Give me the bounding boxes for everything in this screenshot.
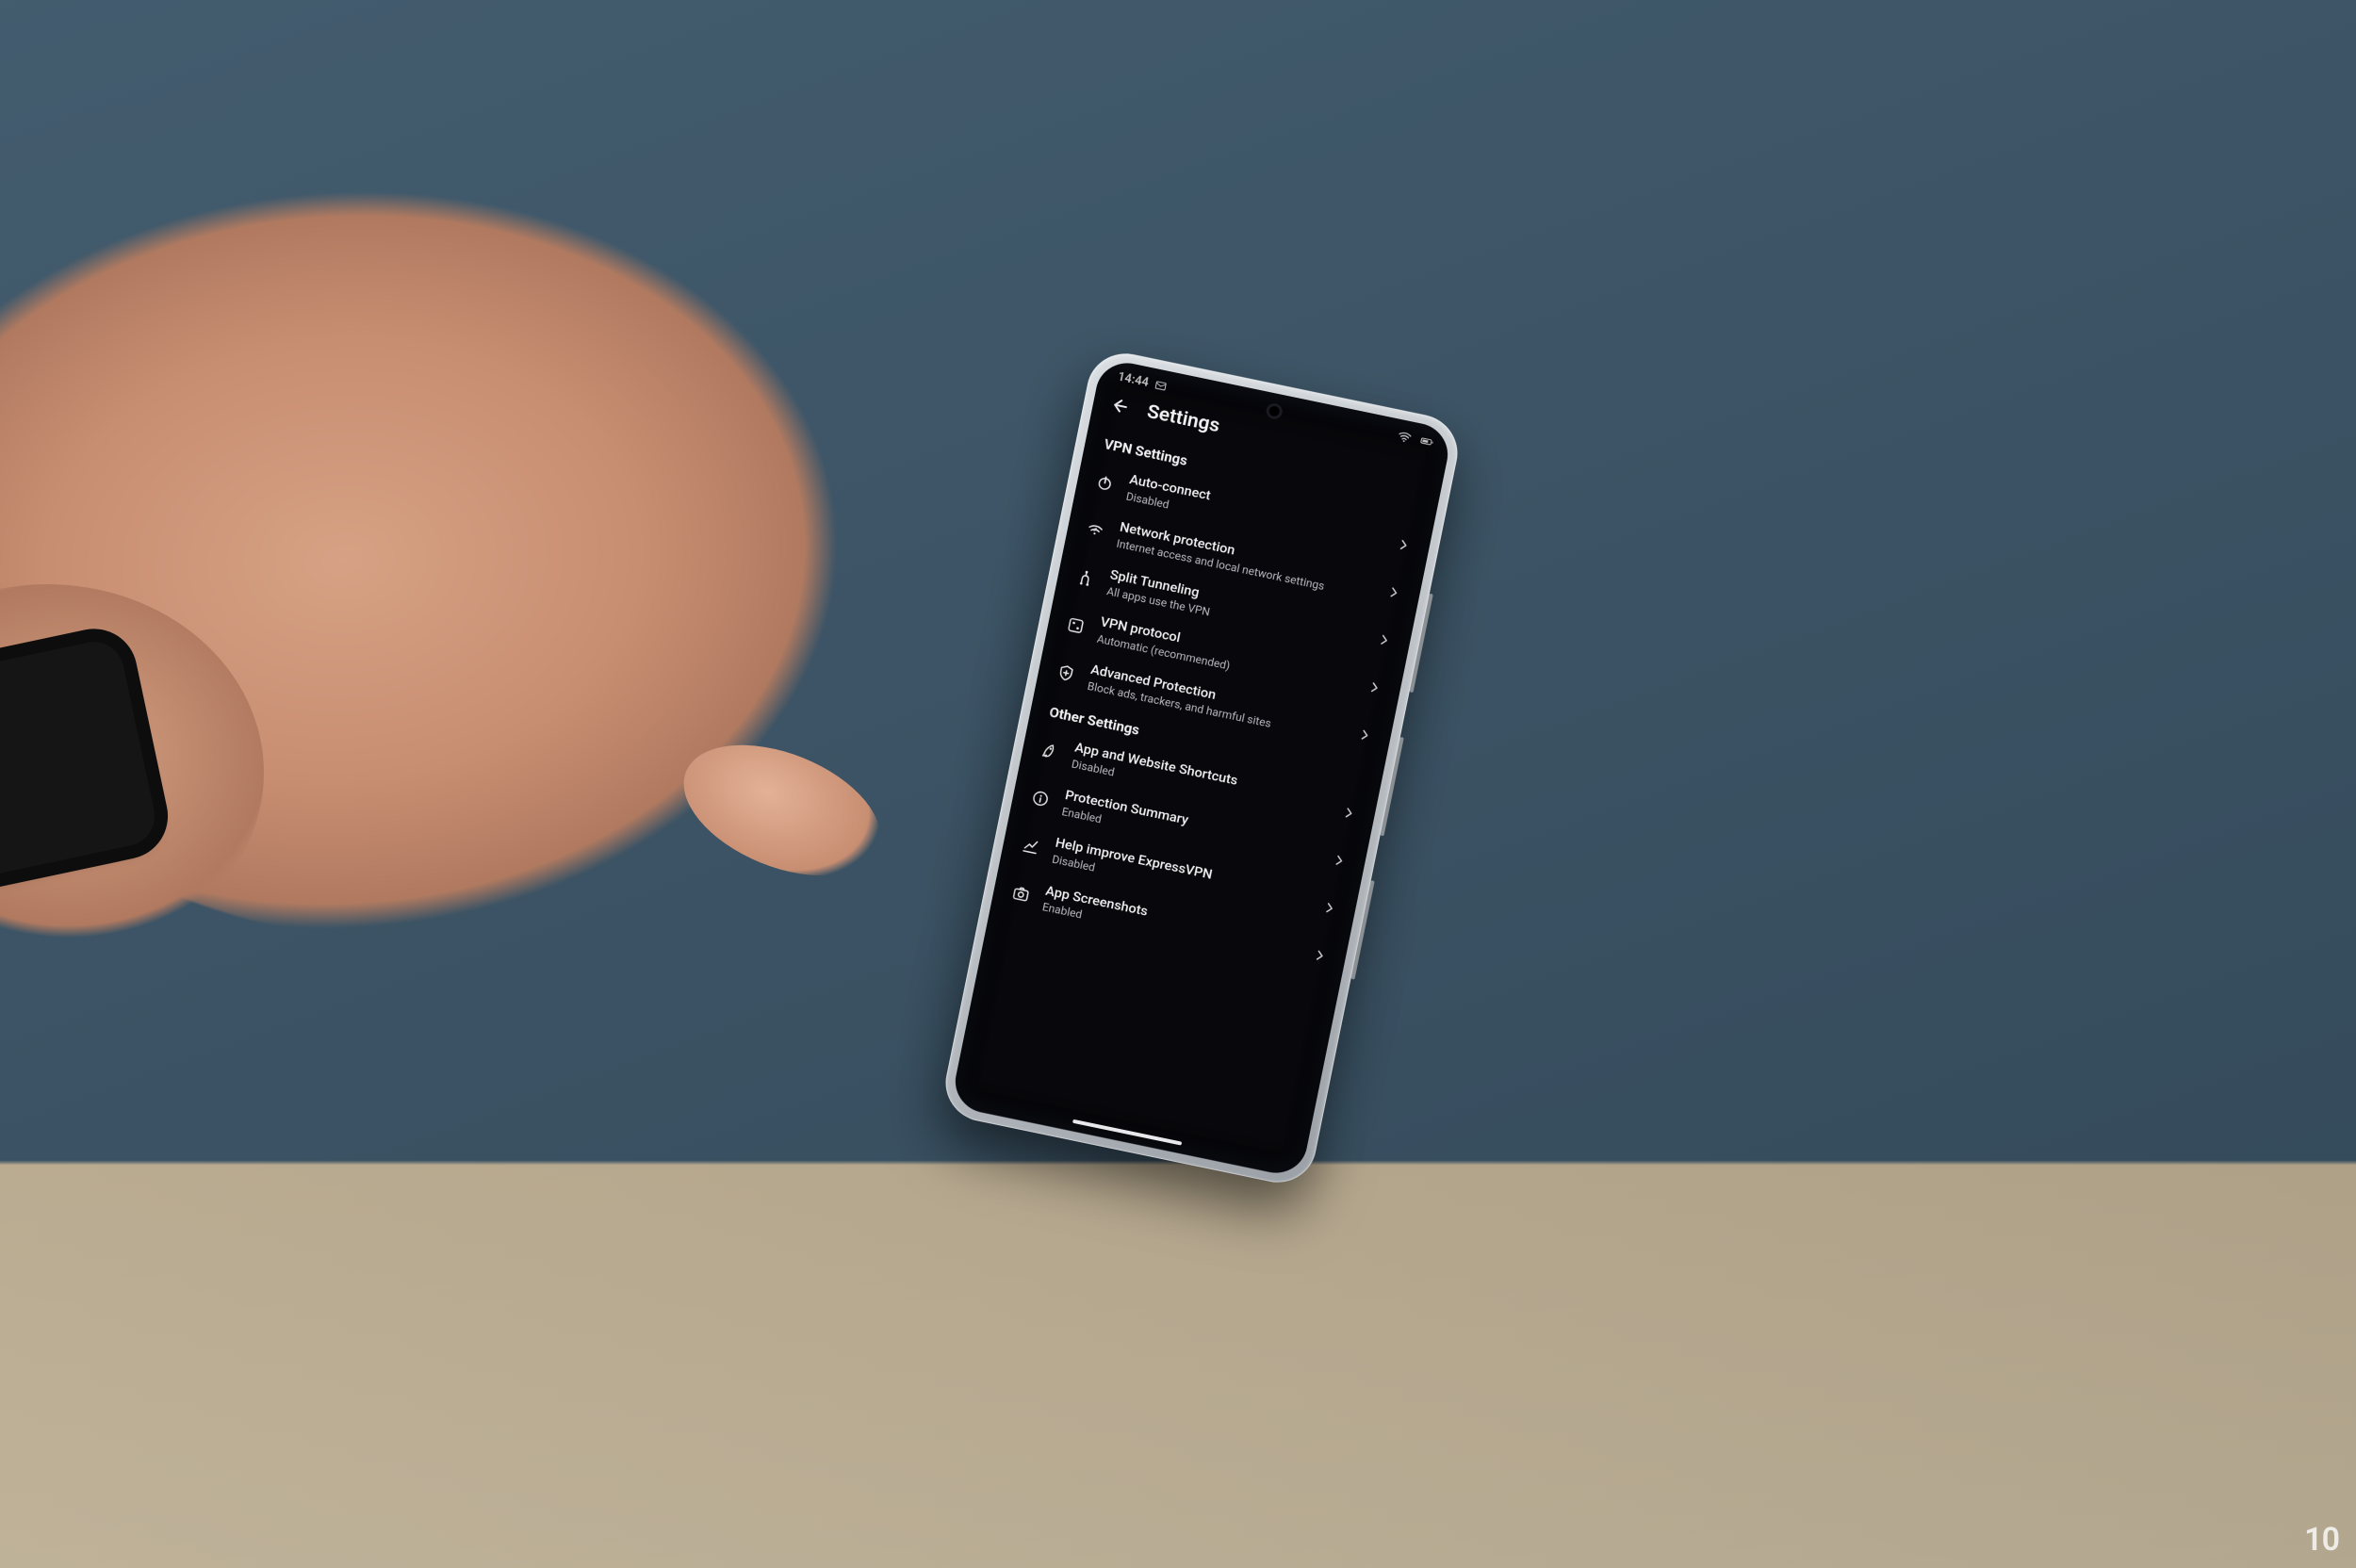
- shield-plus-icon: [1054, 662, 1078, 685]
- photo-background: 14:44: [0, 0, 2356, 1568]
- watermark: 10: [2304, 1521, 2339, 1559]
- status-time: 14:44: [1117, 370, 1150, 390]
- power-icon: [1093, 471, 1118, 495]
- chevron-right-icon: [1375, 630, 1395, 650]
- rocket-icon: [1038, 740, 1062, 763]
- protocol-icon: [1064, 613, 1088, 637]
- settings-list: VPN Settings Auto-connect Disabled Netwo…: [990, 423, 1440, 985]
- back-button[interactable]: [1104, 392, 1134, 420]
- chevron-right-icon: [1310, 946, 1330, 966]
- phone-frame: 14:44: [939, 347, 1464, 1190]
- chevron-right-icon: [1394, 535, 1414, 555]
- battery-icon: [1416, 433, 1433, 449]
- phone-screen: 14:44: [950, 358, 1453, 1179]
- wifi-shield-icon: [1083, 518, 1107, 542]
- camera-icon: [1009, 882, 1034, 906]
- chart-icon: [1019, 834, 1043, 858]
- chevron-right-icon: [1355, 726, 1375, 745]
- wifi-icon: [1396, 429, 1413, 445]
- chevron-right-icon: [1319, 899, 1339, 919]
- mail-icon: [1153, 378, 1170, 394]
- chevron-right-icon: [1339, 804, 1359, 824]
- page-title: Settings: [1145, 401, 1221, 438]
- split-icon: [1073, 566, 1098, 590]
- chevron-right-icon: [1365, 678, 1384, 697]
- chevron-right-icon: [1384, 582, 1404, 602]
- chevron-right-icon: [1330, 851, 1350, 871]
- info-icon: [1028, 787, 1053, 810]
- home-indicator[interactable]: [1072, 1119, 1182, 1146]
